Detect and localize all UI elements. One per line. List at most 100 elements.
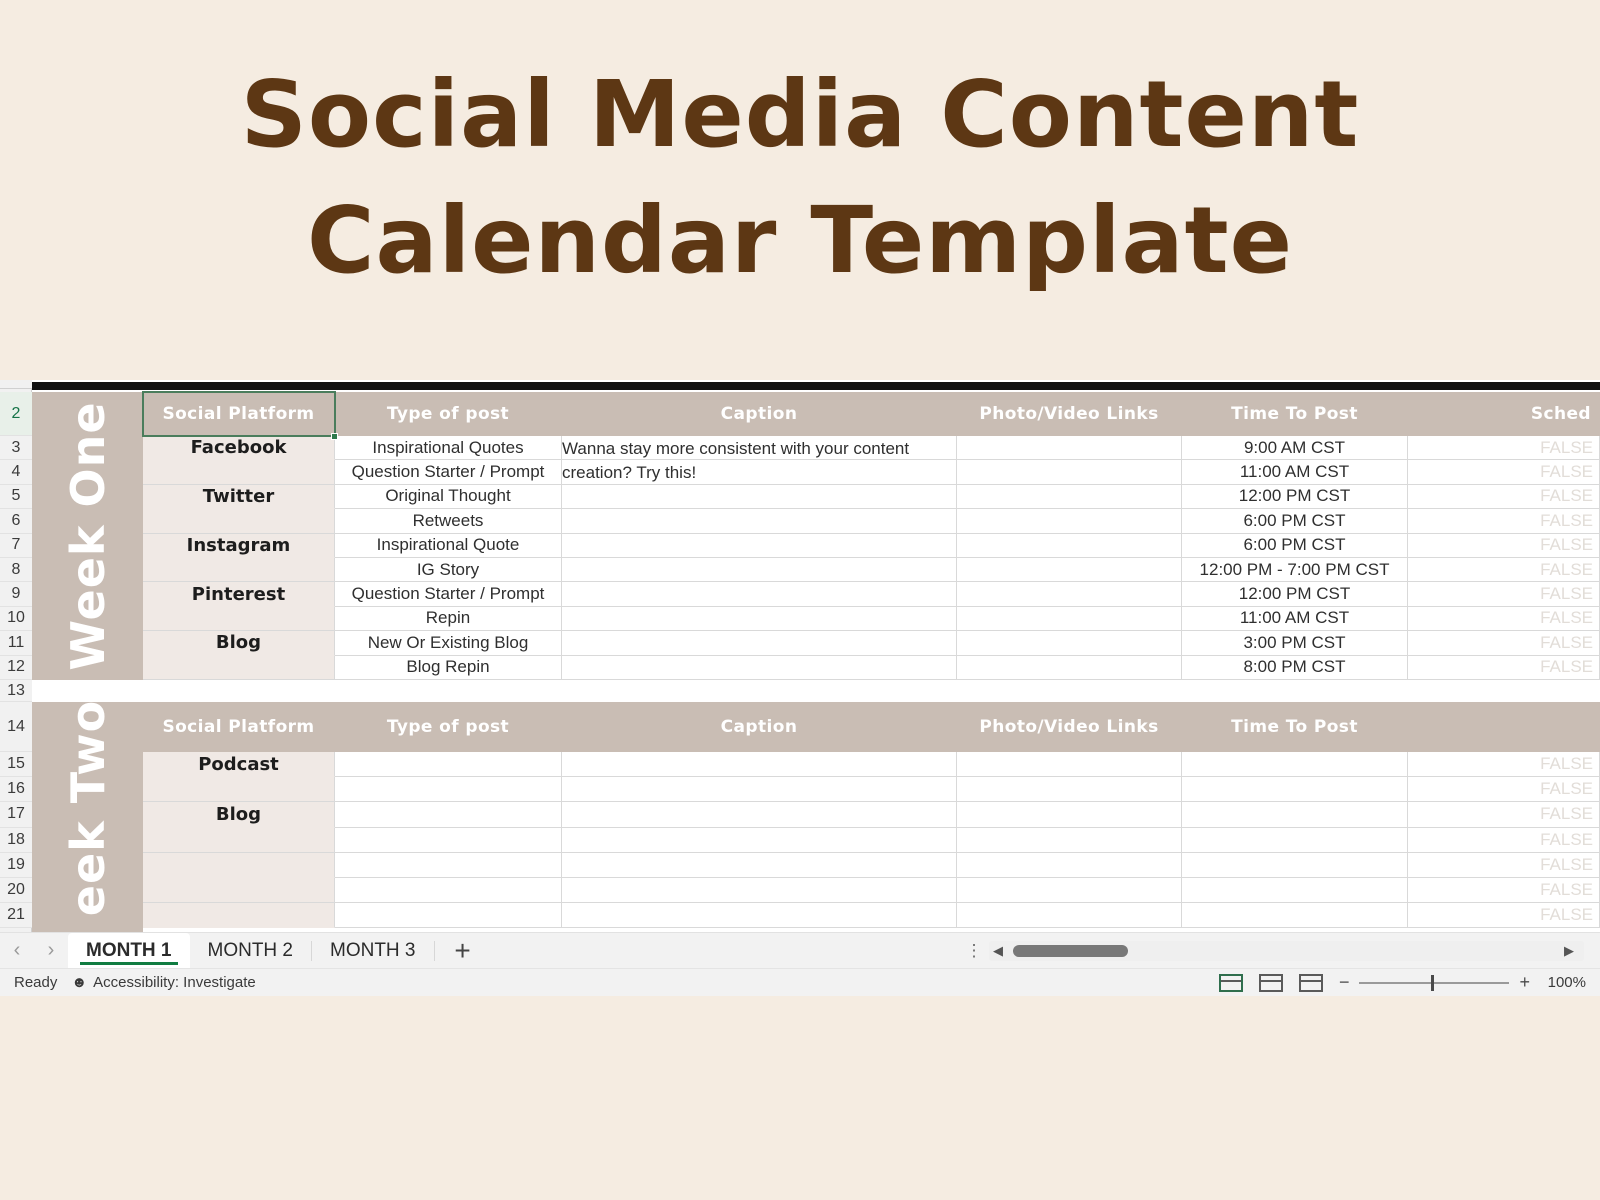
platform-cell-w2-5[interactable] [143,852,335,878]
type-cell-w2-7[interactable] [335,903,562,929]
row-header-9[interactable]: 9 [0,582,32,607]
w2-column-header-3[interactable]: Caption [562,702,957,752]
scheduled-cell-w1-5[interactable]: FALSE [1408,533,1600,558]
w2-column-header-1[interactable]: Social Platform [143,702,335,752]
links-cell-w1-4[interactable] [957,509,1182,534]
time-cell-w1-6[interactable]: 12:00 PM - 7:00 PM CST [1182,558,1408,583]
time-cell-w1-4[interactable]: 6:00 PM CST [1182,509,1408,534]
time-cell-w2-5[interactable] [1182,852,1408,878]
scheduled-cell-w1-3[interactable]: FALSE [1408,484,1600,510]
links-cell-w1-8[interactable] [957,606,1182,632]
scheduled-cell-w1-2[interactable]: FALSE [1408,460,1600,485]
type-cell-w2-4[interactable] [335,827,562,853]
row-header-6[interactable]: 6 [0,509,32,534]
caption-cell-w1-10[interactable] [562,655,957,680]
scheduled-cell-w2-2[interactable]: FALSE [1408,777,1600,803]
caption-cell-w2-6[interactable] [562,878,957,904]
row-header-2[interactable]: 2 [0,392,32,436]
hscroll-thumb[interactable] [1013,944,1128,957]
type-cell-w1-10[interactable]: Blog Repin [335,655,562,680]
scheduled-cell-w1-4[interactable]: FALSE [1408,509,1600,534]
scheduled-cell-w2-3[interactable]: FALSE [1408,802,1600,828]
type-cell-w1-7[interactable]: Question Starter / Prompt [335,582,562,607]
links-cell-w2-3[interactable] [957,802,1182,828]
hscroll-right-arrow-icon[interactable]: ▶ [1560,943,1578,959]
links-cell-w2-4[interactable] [957,827,1182,853]
platform-cell-w1-10[interactable] [143,655,335,680]
type-cell-w1-9[interactable]: New Or Existing Blog [335,631,562,656]
zoom-slider-thumb[interactable] [1431,974,1435,991]
row-header-21[interactable]: 21 [0,903,32,929]
links-cell-w1-5[interactable] [957,533,1182,558]
time-cell-w1-1[interactable]: 9:00 AM CST [1182,436,1408,461]
scheduled-cell-w2-7[interactable]: FALSE [1408,903,1600,929]
links-cell-w2-6[interactable] [957,878,1182,904]
platform-cell-w2-1[interactable]: Podcast [143,752,335,778]
time-cell-w2-2[interactable] [1182,777,1408,803]
links-cell-w2-7[interactable] [957,903,1182,929]
time-cell-w2-4[interactable] [1182,827,1408,853]
caption-cell-w1-7[interactable] [562,582,957,607]
links-cell-w2-2[interactable] [957,777,1182,803]
caption-cell-w2-3[interactable] [562,802,957,828]
row-number-list[interactable]: 2 3 4 5 6 7 8 9 10 11 12 13 14 15 16 17 18 19 20 21 [0,380,32,932]
scheduled-cell-w1-9[interactable]: FALSE [1408,631,1600,656]
caption-cell-w2-4[interactable] [562,827,957,853]
column-header-2[interactable]: Type of post [335,392,562,436]
type-cell-w1-6[interactable]: IG Story [335,558,562,583]
caption-cell-w2-7[interactable] [562,903,957,929]
tab-prev-button[interactable]: ‹ [0,933,34,969]
zoom-out-button[interactable]: − [1339,972,1350,993]
type-cell-w2-2[interactable] [335,777,562,803]
caption-cell-w2-1[interactable] [562,752,957,778]
platform-cell-w1-2[interactable] [143,460,335,485]
row-header-10[interactable]: 10 [0,606,32,632]
time-cell-w1-7[interactable]: 12:00 PM CST [1182,582,1408,607]
zoom-control[interactable]: − + 100% [1339,972,1586,993]
blank-separator-row[interactable] [32,680,1600,702]
zoom-in-button[interactable]: + [1519,972,1530,993]
type-cell-w2-3[interactable] [335,802,562,828]
status-accessibility[interactable]: ☻ Accessibility: Investigate [71,974,255,991]
platform-cell-w1-4[interactable] [143,509,335,534]
caption-cell-w1-6[interactable] [562,558,957,583]
row-header-16[interactable]: 16 [0,777,32,803]
horizontal-scrollbar[interactable]: ◀ ▶ [989,940,1584,961]
w2-column-header-2[interactable]: Type of post [335,702,562,752]
scheduled-cell-w2-5[interactable]: FALSE [1408,852,1600,878]
time-cell-w2-1[interactable] [1182,752,1408,778]
links-cell-w2-1[interactable] [957,752,1182,778]
platform-cell-w1-6[interactable] [143,558,335,583]
scheduled-cell-w1-7[interactable]: FALSE [1408,582,1600,607]
normal-view-icon[interactable] [1218,973,1243,992]
time-cell-w1-2[interactable]: 11:00 AM CST [1182,460,1408,485]
caption-cell-w1-9[interactable] [562,631,957,656]
links-cell-w1-3[interactable] [957,484,1182,510]
time-cell-w1-5[interactable]: 6:00 PM CST [1182,533,1408,558]
platform-cell-w2-7[interactable] [143,903,335,929]
caption-cell-w1-5[interactable] [562,533,957,558]
caption-cell-w1-1[interactable] [562,436,957,461]
row-header-17[interactable]: 17 [0,802,32,828]
spreadsheet[interactable]: Week One Social Platform Type of post Capti… [0,380,1600,932]
page-break-view-icon[interactable] [1298,973,1323,992]
links-cell-w2-5[interactable] [957,852,1182,878]
time-cell-w1-8[interactable]: 11:00 AM CST [1182,606,1408,632]
tab-month-1[interactable]: MONTH 1 [68,932,190,969]
caption-cell-w2-5[interactable] [562,852,957,878]
column-header-6[interactable]: Sched [1408,392,1600,436]
zoom-slider-track[interactable] [1359,974,1510,991]
type-cell-w1-1[interactable]: Inspirational Quotes [335,436,562,461]
row-header-8[interactable]: 8 [0,558,32,583]
row-header-7[interactable]: 7 [0,533,32,558]
type-cell-w2-1[interactable] [335,752,562,778]
type-cell-w1-2[interactable]: Question Starter / Prompt [335,460,562,485]
type-cell-w2-6[interactable] [335,878,562,904]
column-header-5[interactable]: Time To Post [1182,392,1408,436]
time-cell-w2-3[interactable] [1182,802,1408,828]
links-cell-w1-6[interactable] [957,558,1182,583]
w2-column-header-6[interactable] [1408,702,1600,752]
links-cell-w1-10[interactable] [957,655,1182,680]
platform-cell-w1-3[interactable]: Twitter [143,484,335,510]
add-sheet-button[interactable]: + [435,933,491,969]
